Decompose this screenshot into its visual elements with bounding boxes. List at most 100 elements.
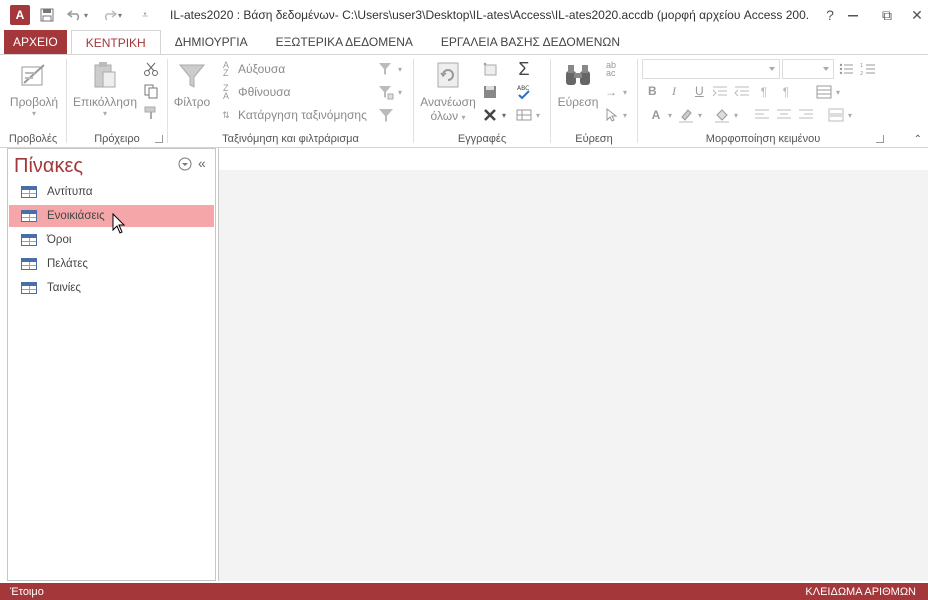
find-group: Εύρεση ab ac → ▾ ▾ Εύρεση — [551, 55, 637, 147]
nav-item-label: Ταινίες — [47, 282, 81, 294]
view-button[interactable]: Προβολή ▾ — [8, 59, 60, 118]
quick-access-toolbar: A ▾ ▾ ⩡ — [0, 0, 156, 30]
nav-item-label: Πελάτες — [47, 258, 88, 270]
new-record-button[interactable] — [482, 61, 502, 77]
refresh-all-button[interactable]: Ανανέωση όλων ▾ — [416, 59, 480, 123]
remove-sort-button[interactable]: ⇅ Κατάργηση ταξινόμησης — [218, 107, 367, 123]
customize-toolbar-icon[interactable]: ⩡ — [134, 4, 156, 26]
nav-menu-dropdown-icon[interactable] — [178, 157, 192, 174]
more-records-button[interactable]: ▾ — [516, 107, 540, 123]
tab-file[interactable]: ΑΡΧΕΙΟ — [4, 30, 67, 54]
document-work-area[interactable] — [218, 148, 928, 581]
align-right-button[interactable] — [798, 107, 818, 123]
format-painter-icon — [143, 105, 159, 121]
sort-ascending-button[interactable]: AZ Αύξουσα — [218, 60, 286, 78]
underline-label: U — [695, 84, 704, 98]
ltr-button[interactable]: ¶ — [778, 84, 798, 100]
select-button[interactable]: ▾ — [603, 107, 627, 123]
fill-bucket-icon — [714, 107, 730, 123]
spelling-button[interactable]: ABC — [516, 84, 536, 100]
table-icon — [21, 234, 37, 246]
font-name-combo[interactable] — [642, 59, 780, 79]
toggle-filter-icon — [378, 107, 394, 123]
indent-increase-button[interactable] — [712, 84, 732, 100]
remove-sort-label: Κατάργηση ταξινόμησης — [238, 108, 367, 122]
views-group-label: Προβολές — [8, 133, 58, 145]
redo-icon[interactable] — [98, 4, 120, 26]
save-icon[interactable] — [36, 4, 58, 26]
table-more-icon — [516, 107, 532, 123]
undo-dropdown-icon[interactable]: ▾ — [84, 11, 88, 20]
title-bar: A ▾ ▾ ⩡ IL-ates2020 : Βάση δεδομένων- C:… — [0, 0, 928, 30]
rtl-button[interactable]: ¶ — [756, 84, 776, 100]
selection-filter-button[interactable]: ▾ — [378, 61, 402, 77]
collapse-ribbon-icon[interactable]: ⌃ — [914, 134, 922, 145]
align-left-button[interactable] — [754, 107, 774, 123]
close-button[interactable]: ✕ — [902, 0, 928, 30]
underline-button[interactable]: U — [695, 84, 704, 98]
indent-increase-icon — [712, 84, 728, 100]
text-formatting-dialog-launcher[interactable] — [876, 135, 884, 143]
nav-item-tainies[interactable]: Ταινίες — [9, 277, 214, 299]
tab-home[interactable]: ΚΕΝΤΡΙΚΗ — [70, 30, 161, 54]
restore-button[interactable]: ⧉ — [872, 0, 902, 30]
advanced-dropdown-icon: ▾ — [398, 87, 403, 97]
format-painter-button[interactable] — [143, 105, 163, 121]
delete-record-button[interactable]: ▾ — [482, 107, 506, 123]
shutter-bar-collapse-icon[interactable]: « — [198, 155, 206, 171]
tab-create[interactable]: ΔΗΜΙΟΥΡΓΙΑ — [161, 30, 262, 54]
font-color-icon: A — [651, 108, 661, 122]
gridlines-button[interactable]: ▾ — [816, 84, 840, 100]
refresh-label-line2: όλων ▾ — [430, 109, 466, 123]
save-record-button[interactable] — [482, 84, 502, 100]
clipboard-group-label: Πρόχειρο — [94, 133, 140, 145]
redo-dropdown-icon[interactable]: ▾ — [118, 11, 122, 20]
indent-decrease-button[interactable] — [734, 84, 754, 100]
highlight-button[interactable]: ▾ — [678, 107, 702, 123]
paste-button[interactable]: Επικόλληση ▾ — [73, 59, 137, 118]
size-dropdown-icon — [823, 67, 829, 71]
nav-item-label: Αντίτυπα — [47, 186, 93, 198]
nav-item-antitypa[interactable]: Αντίτυπα — [9, 181, 214, 203]
sort-ascending-label: Αύξουσα — [238, 62, 286, 76]
bullets-button[interactable] — [838, 61, 858, 77]
italic-button[interactable]: I — [672, 84, 676, 99]
fill-color-button[interactable]: ▾ — [714, 107, 738, 123]
num-lock-indicator: ΚΛΕΙΔΩΜΑ ΑΡΙΘΜΩΝ — [805, 585, 916, 598]
tab-database-tools[interactable]: ΕΡΓΑΛΕΙΑ ΒΑΣΗΣ ΔΕΔΟΜΕΝΩΝ — [427, 30, 634, 54]
totals-button[interactable]: Σ — [516, 59, 536, 79]
numbering-button[interactable]: 12 — [860, 61, 880, 77]
sort-ascending-icon: AZ — [222, 60, 229, 78]
align-center-button[interactable] — [776, 107, 796, 123]
refresh-label-line1: Ανανέωση — [420, 95, 476, 109]
ribbon: Προβολή ▾ Προβολές Επικόλληση ▾ Πρόχειρο — [0, 54, 928, 148]
clipboard-dialog-launcher[interactable] — [155, 135, 163, 143]
replace-button[interactable]: ab ac — [603, 61, 623, 78]
advanced-filter-button[interactable]: ▾ — [378, 84, 402, 100]
paste-dropdown-icon: ▾ — [102, 109, 107, 118]
table-icon — [21, 186, 37, 198]
font-size-combo[interactable] — [782, 59, 834, 79]
access-app-icon[interactable]: A — [10, 5, 30, 25]
alternate-row-color-button[interactable]: ▾ — [828, 107, 852, 123]
ribbon-tabs: ΑΡΧΕΙΟ ΚΕΝΤΡΙΚΗ ΔΗΜΙΟΥΡΓΙΑ ΕΞΩΤΕΡΙΚΑ ΔΕΔ… — [0, 30, 928, 54]
nav-item-pelates[interactable]: Πελάτες — [9, 253, 214, 275]
cut-button[interactable] — [143, 61, 163, 77]
tab-external-data[interactable]: ΕΞΩΤΕΡΙΚΑ ΔΕΔΟΜΕΝΑ — [262, 30, 427, 54]
bold-button[interactable]: B — [648, 84, 657, 98]
paste-label: Επικόλληση — [73, 95, 138, 109]
filter-button[interactable]: Φίλτρο — [170, 59, 214, 109]
go-to-button[interactable]: → ▾ — [603, 84, 627, 100]
find-button[interactable]: Εύρεση — [553, 59, 603, 109]
sort-descending-button[interactable]: ZA Φθίνουσα — [218, 84, 291, 101]
paragraph-ltr-icon: ¶ — [782, 85, 790, 99]
undo-icon[interactable] — [64, 4, 86, 26]
toggle-filter-button[interactable] — [378, 107, 398, 123]
font-color-button[interactable]: A ▾ — [648, 107, 672, 123]
copy-button[interactable] — [143, 83, 163, 99]
clipboard-group: Επικόλληση ▾ Πρόχειρο — [67, 55, 167, 147]
minimize-button[interactable] — [838, 0, 868, 30]
nav-pane-title[interactable]: Πίνακες — [14, 155, 83, 178]
gridlines-dropdown-icon: ▾ — [836, 87, 841, 97]
gridlines-icon — [816, 84, 832, 100]
